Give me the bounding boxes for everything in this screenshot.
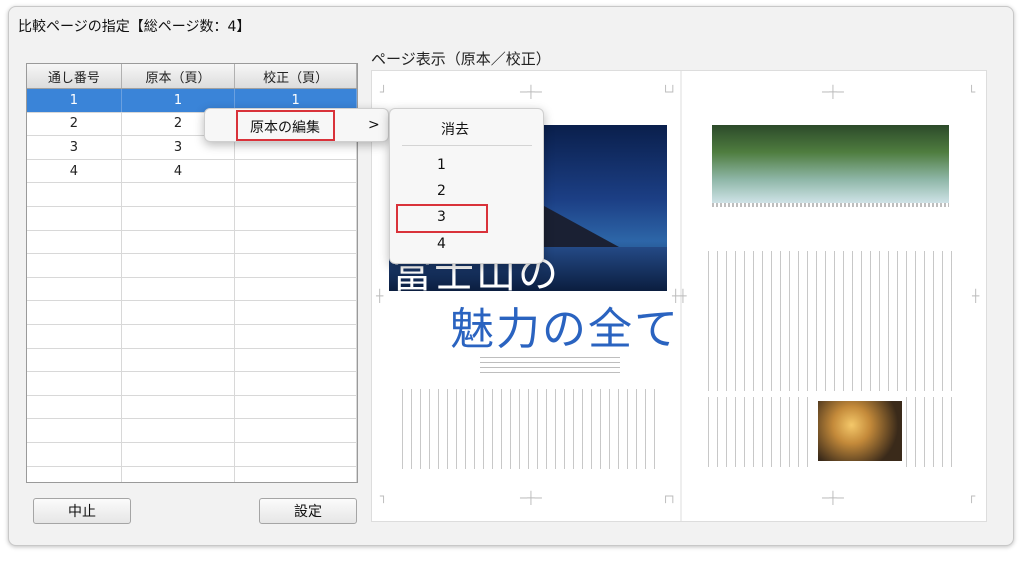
empty-row — [27, 301, 357, 325]
cell-seq: 1 — [27, 89, 122, 112]
lead-text-block — [480, 353, 620, 373]
header-proof[interactable]: 校正（頁） — [235, 64, 357, 88]
apply-button[interactable]: 設定 — [259, 498, 357, 524]
cell-seq: 4 — [27, 159, 122, 183]
empty-row — [27, 372, 357, 396]
register-mark: ┼ — [972, 289, 980, 303]
header-original[interactable]: 原本（頁） — [122, 64, 236, 88]
register-mark: ─┼─ — [822, 491, 844, 505]
cell-seq: 2 — [27, 112, 122, 136]
empty-row — [27, 183, 357, 207]
cell-proof[interactable] — [235, 159, 357, 183]
register-mark: ┼ — [376, 289, 384, 303]
header-seq[interactable]: 通し番号 — [27, 64, 122, 88]
crop-mark: ┌┐ — [662, 489, 677, 503]
empty-row — [27, 442, 357, 467]
cancel-button[interactable]: 中止 — [33, 498, 131, 524]
sunset-tree-photo — [818, 401, 902, 461]
crop-mark: └┘ — [662, 85, 677, 99]
crop-mark: └ — [968, 85, 976, 99]
register-mark: ─┼─ — [520, 491, 542, 505]
register-mark: ─┼─ — [822, 85, 844, 99]
cell-seq: 3 — [27, 136, 122, 159]
empty-row — [27, 254, 357, 278]
crop-mark: ┘ — [380, 85, 388, 99]
submenu-item-1[interactable]: 1 — [437, 157, 446, 173]
dialog-title: 比較ページの指定【総ページ数：4】 — [18, 19, 251, 35]
submenu-arrow-icon: > — [368, 117, 380, 133]
submenu-item-4[interactable]: 4 — [437, 236, 446, 252]
photo-caption — [712, 203, 949, 207]
submenu: 消去 1 2 3 4 — [389, 108, 544, 264]
forest-photo — [712, 125, 949, 203]
empty-row — [27, 466, 357, 482]
empty-row — [27, 419, 357, 443]
empty-row — [27, 324, 357, 349]
empty-row — [27, 230, 357, 255]
body-text-columns — [708, 251, 956, 391]
preview-label: ページ表示（原本／校正） — [371, 50, 551, 68]
highlight-box-submenu-item — [396, 204, 488, 233]
empty-row — [27, 277, 357, 302]
table-row[interactable]: 4 4 — [27, 159, 357, 184]
cell-original[interactable]: 4 — [122, 159, 236, 183]
submenu-item-clear[interactable]: 消去 — [441, 119, 469, 139]
body-text-columns — [906, 397, 956, 467]
table-header: 通し番号 原本（頁） 校正（頁） — [27, 64, 357, 89]
menu-separator — [402, 145, 532, 146]
crop-mark: ┐ — [380, 489, 388, 503]
empty-row — [27, 206, 357, 231]
highlight-box-menu-item — [236, 110, 335, 141]
submenu-item-2[interactable]: 2 — [437, 183, 446, 199]
preview-title-line2: 魅力の全て — [450, 304, 680, 355]
register-mark: ─┼─ — [520, 85, 542, 99]
crop-mark: ┌ — [968, 489, 976, 503]
empty-row — [27, 348, 357, 373]
body-text-columns — [708, 397, 812, 467]
body-text-columns — [402, 389, 658, 469]
empty-row — [27, 395, 357, 420]
